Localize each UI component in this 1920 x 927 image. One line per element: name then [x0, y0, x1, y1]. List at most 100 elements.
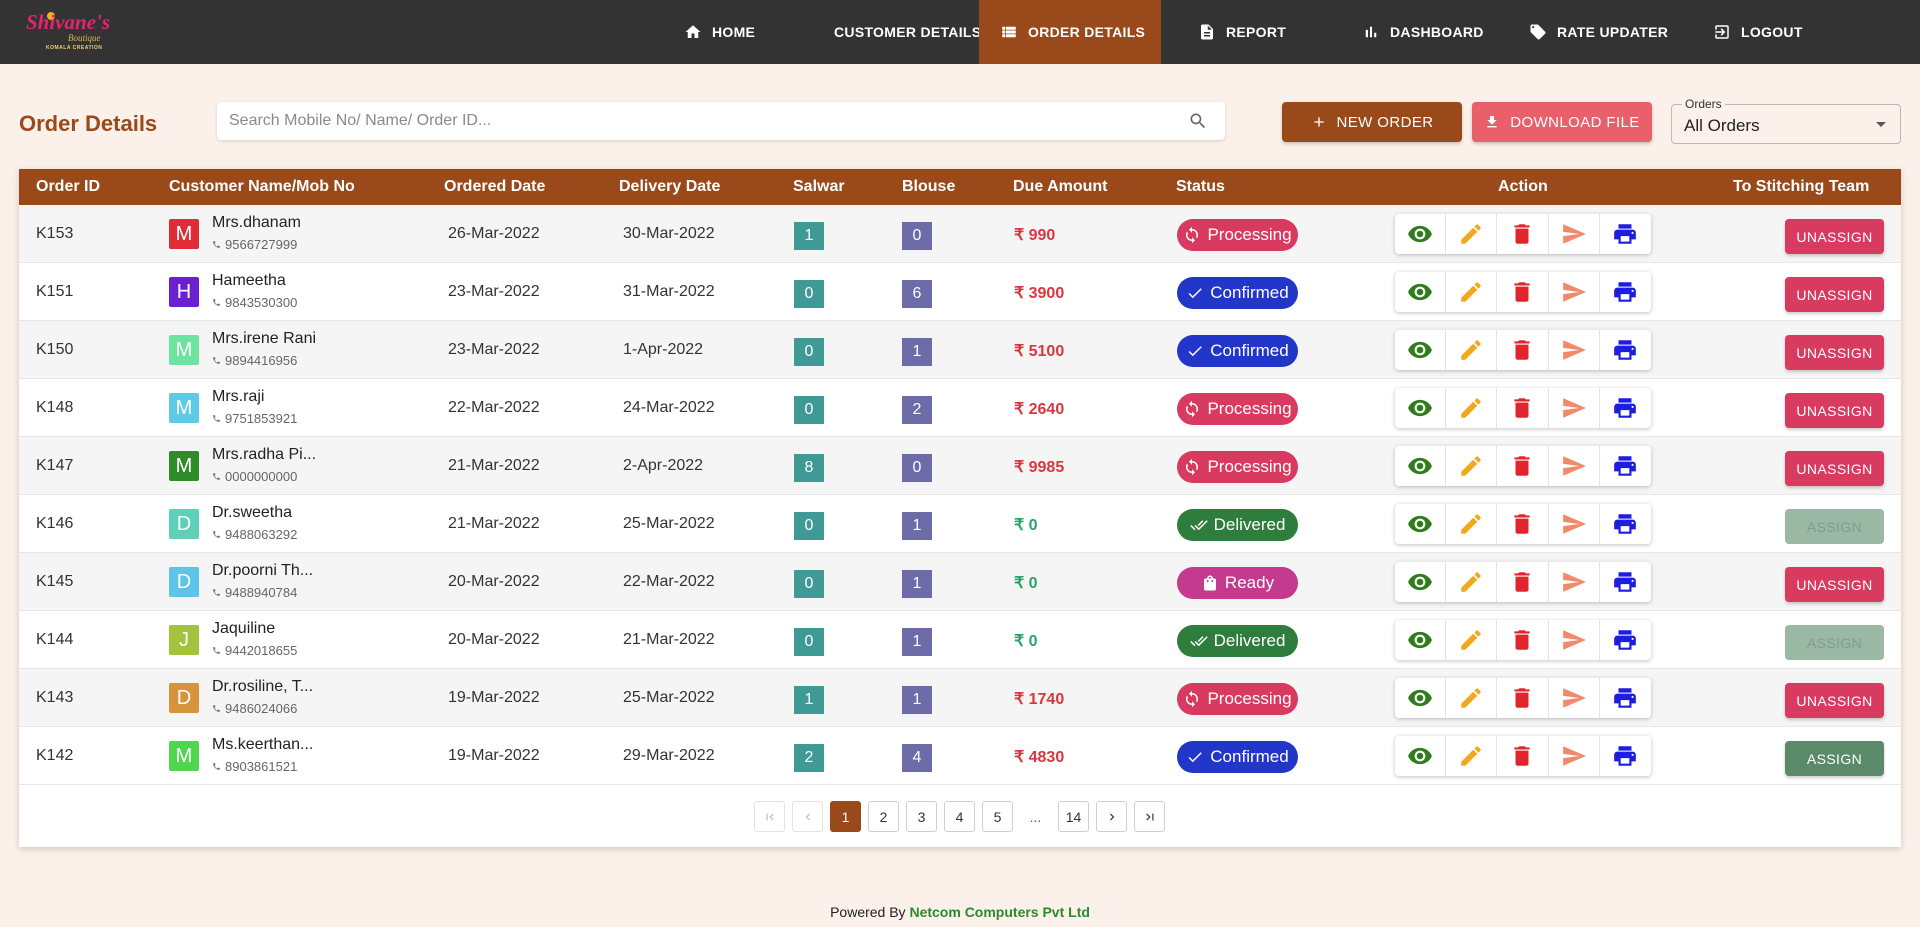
page-button[interactable]: 1 [830, 801, 861, 832]
send-button[interactable] [1549, 272, 1600, 312]
print-button[interactable] [1600, 388, 1651, 428]
page-button[interactable]: 2 [868, 801, 899, 832]
send-button[interactable] [1549, 214, 1600, 254]
delete-button[interactable] [1497, 678, 1549, 718]
edit-button[interactable] [1446, 214, 1498, 254]
orders-filter-select[interactable]: Orders All Orders [1671, 97, 1901, 144]
view-button[interactable] [1395, 620, 1447, 660]
order-id[interactable]: K142 [36, 747, 73, 765]
assign-button[interactable]: ASSIGN [1785, 625, 1884, 660]
table-row[interactable]: K144 J Jaquiline 9442018655 20-Mar-2022 21-Ma… [19, 611, 1901, 669]
send-button[interactable] [1549, 736, 1600, 776]
unassign-button[interactable]: UNASSIGN [1785, 683, 1884, 718]
delete-button[interactable] [1497, 214, 1549, 254]
page-button[interactable]: 5 [982, 801, 1013, 832]
print-button[interactable] [1600, 562, 1651, 602]
first-page-button[interactable] [754, 801, 785, 832]
table-row[interactable]: K146 D Dr.sweetha 9488063292 21-Mar-2022 25-M… [19, 495, 1901, 553]
send-button[interactable] [1549, 504, 1600, 544]
page-button[interactable]: 4 [944, 801, 975, 832]
delete-button[interactable] [1497, 504, 1549, 544]
nav-dashboard[interactable]: DASHBOARD [1342, 0, 1509, 64]
view-button[interactable] [1395, 446, 1447, 486]
search-box[interactable] [217, 102, 1225, 140]
print-button[interactable] [1600, 330, 1651, 370]
print-button[interactable] [1600, 446, 1651, 486]
view-button[interactable] [1395, 736, 1447, 776]
view-button[interactable] [1395, 504, 1447, 544]
unassign-button[interactable]: UNASSIGN [1785, 451, 1884, 486]
delete-button[interactable] [1497, 562, 1549, 602]
table-row[interactable]: K151 H Hameetha 9843530300 23-Mar-2022 31-Mar… [19, 263, 1901, 321]
print-button[interactable] [1600, 214, 1651, 254]
unassign-button[interactable]: UNASSIGN [1785, 335, 1884, 370]
delete-button[interactable] [1497, 388, 1549, 428]
order-id[interactable]: K143 [36, 689, 73, 707]
edit-button[interactable] [1446, 678, 1498, 718]
brand-logo[interactable]: Shivane's Boutique KOMALA CREATION [22, 8, 110, 56]
order-id[interactable]: K153 [36, 225, 73, 243]
unassign-button[interactable]: UNASSIGN [1785, 219, 1884, 254]
view-button[interactable] [1395, 678, 1447, 718]
delete-button[interactable] [1497, 446, 1549, 486]
delete-button[interactable] [1497, 736, 1549, 776]
delete-button[interactable] [1497, 620, 1549, 660]
send-button[interactable] [1549, 678, 1600, 718]
print-button[interactable] [1600, 504, 1651, 544]
assign-button[interactable]: ASSIGN [1785, 741, 1884, 776]
search-icon[interactable] [1188, 111, 1208, 131]
table-row[interactable]: K153 M Mrs.dhanam 9566727999 26-Mar-2022 30-M… [19, 205, 1901, 263]
prev-page-button[interactable] [792, 801, 823, 832]
edit-button[interactable] [1446, 388, 1498, 428]
search-input[interactable] [217, 103, 1188, 139]
table-row[interactable]: K147 M Mrs.radha Pi... 0000000000 21-Mar-202… [19, 437, 1901, 495]
edit-button[interactable] [1446, 504, 1498, 544]
unassign-button[interactable]: UNASSIGN [1785, 567, 1884, 602]
send-button[interactable] [1549, 446, 1600, 486]
page-button[interactable]: 3 [906, 801, 937, 832]
next-page-button[interactable] [1096, 801, 1127, 832]
last-page-button[interactable] [1134, 801, 1165, 832]
assign-button[interactable]: ASSIGN [1785, 509, 1884, 544]
print-button[interactable] [1600, 272, 1651, 312]
nav-logout[interactable]: LOGOUT [1693, 0, 1813, 64]
unassign-button[interactable]: UNASSIGN [1785, 277, 1884, 312]
print-button[interactable] [1600, 620, 1651, 660]
download-file-button[interactable]: DOWNLOAD FILE [1472, 102, 1652, 142]
nav-home[interactable]: HOME [664, 0, 804, 64]
table-row[interactable]: K145 D Dr.poorni Th... 9488940784 20-Mar-202… [19, 553, 1901, 611]
view-button[interactable] [1395, 214, 1447, 254]
view-button[interactable] [1395, 272, 1447, 312]
send-button[interactable] [1549, 620, 1600, 660]
edit-button[interactable] [1446, 330, 1498, 370]
nav-order-details[interactable]: ORDER DETAILS [979, 0, 1161, 64]
table-row[interactable]: K150 M Mrs.irene Rani 9894416956 23-Mar-2022… [19, 321, 1901, 379]
delete-button[interactable] [1497, 330, 1549, 370]
table-row[interactable]: K148 M Mrs.raji 9751853921 22-Mar-2022 24-Mar… [19, 379, 1901, 437]
edit-button[interactable] [1446, 562, 1498, 602]
order-id[interactable]: K150 [36, 341, 73, 359]
order-id[interactable]: K147 [36, 457, 73, 475]
order-id[interactable]: K148 [36, 399, 73, 417]
nav-rate-updater[interactable]: RATE UPDATER [1509, 0, 1693, 64]
order-id[interactable]: K151 [36, 283, 73, 301]
order-id[interactable]: K145 [36, 573, 73, 591]
delete-button[interactable] [1497, 272, 1549, 312]
send-button[interactable] [1549, 388, 1600, 428]
page-button[interactable]: 14 [1058, 801, 1089, 832]
order-id[interactable]: K146 [36, 515, 73, 533]
view-button[interactable] [1395, 562, 1447, 602]
send-button[interactable] [1549, 330, 1600, 370]
edit-button[interactable] [1446, 736, 1498, 776]
edit-button[interactable] [1446, 446, 1498, 486]
view-button[interactable] [1395, 388, 1447, 428]
view-button[interactable] [1395, 330, 1447, 370]
table-row[interactable]: K143 D Dr.rosiline, T... 9486024066 19-Mar-2… [19, 669, 1901, 727]
edit-button[interactable] [1446, 620, 1498, 660]
new-order-button[interactable]: NEW ORDER [1282, 102, 1462, 142]
order-id[interactable]: K144 [36, 631, 73, 649]
nav-customer-details[interactable]: CUSTOMER DETAILS [804, 0, 981, 64]
table-row[interactable]: K142 M Ms.keerthan... 8903861521 19-Mar-2022… [19, 727, 1901, 785]
nav-report[interactable]: REPORT [1161, 0, 1342, 64]
send-button[interactable] [1549, 562, 1600, 602]
